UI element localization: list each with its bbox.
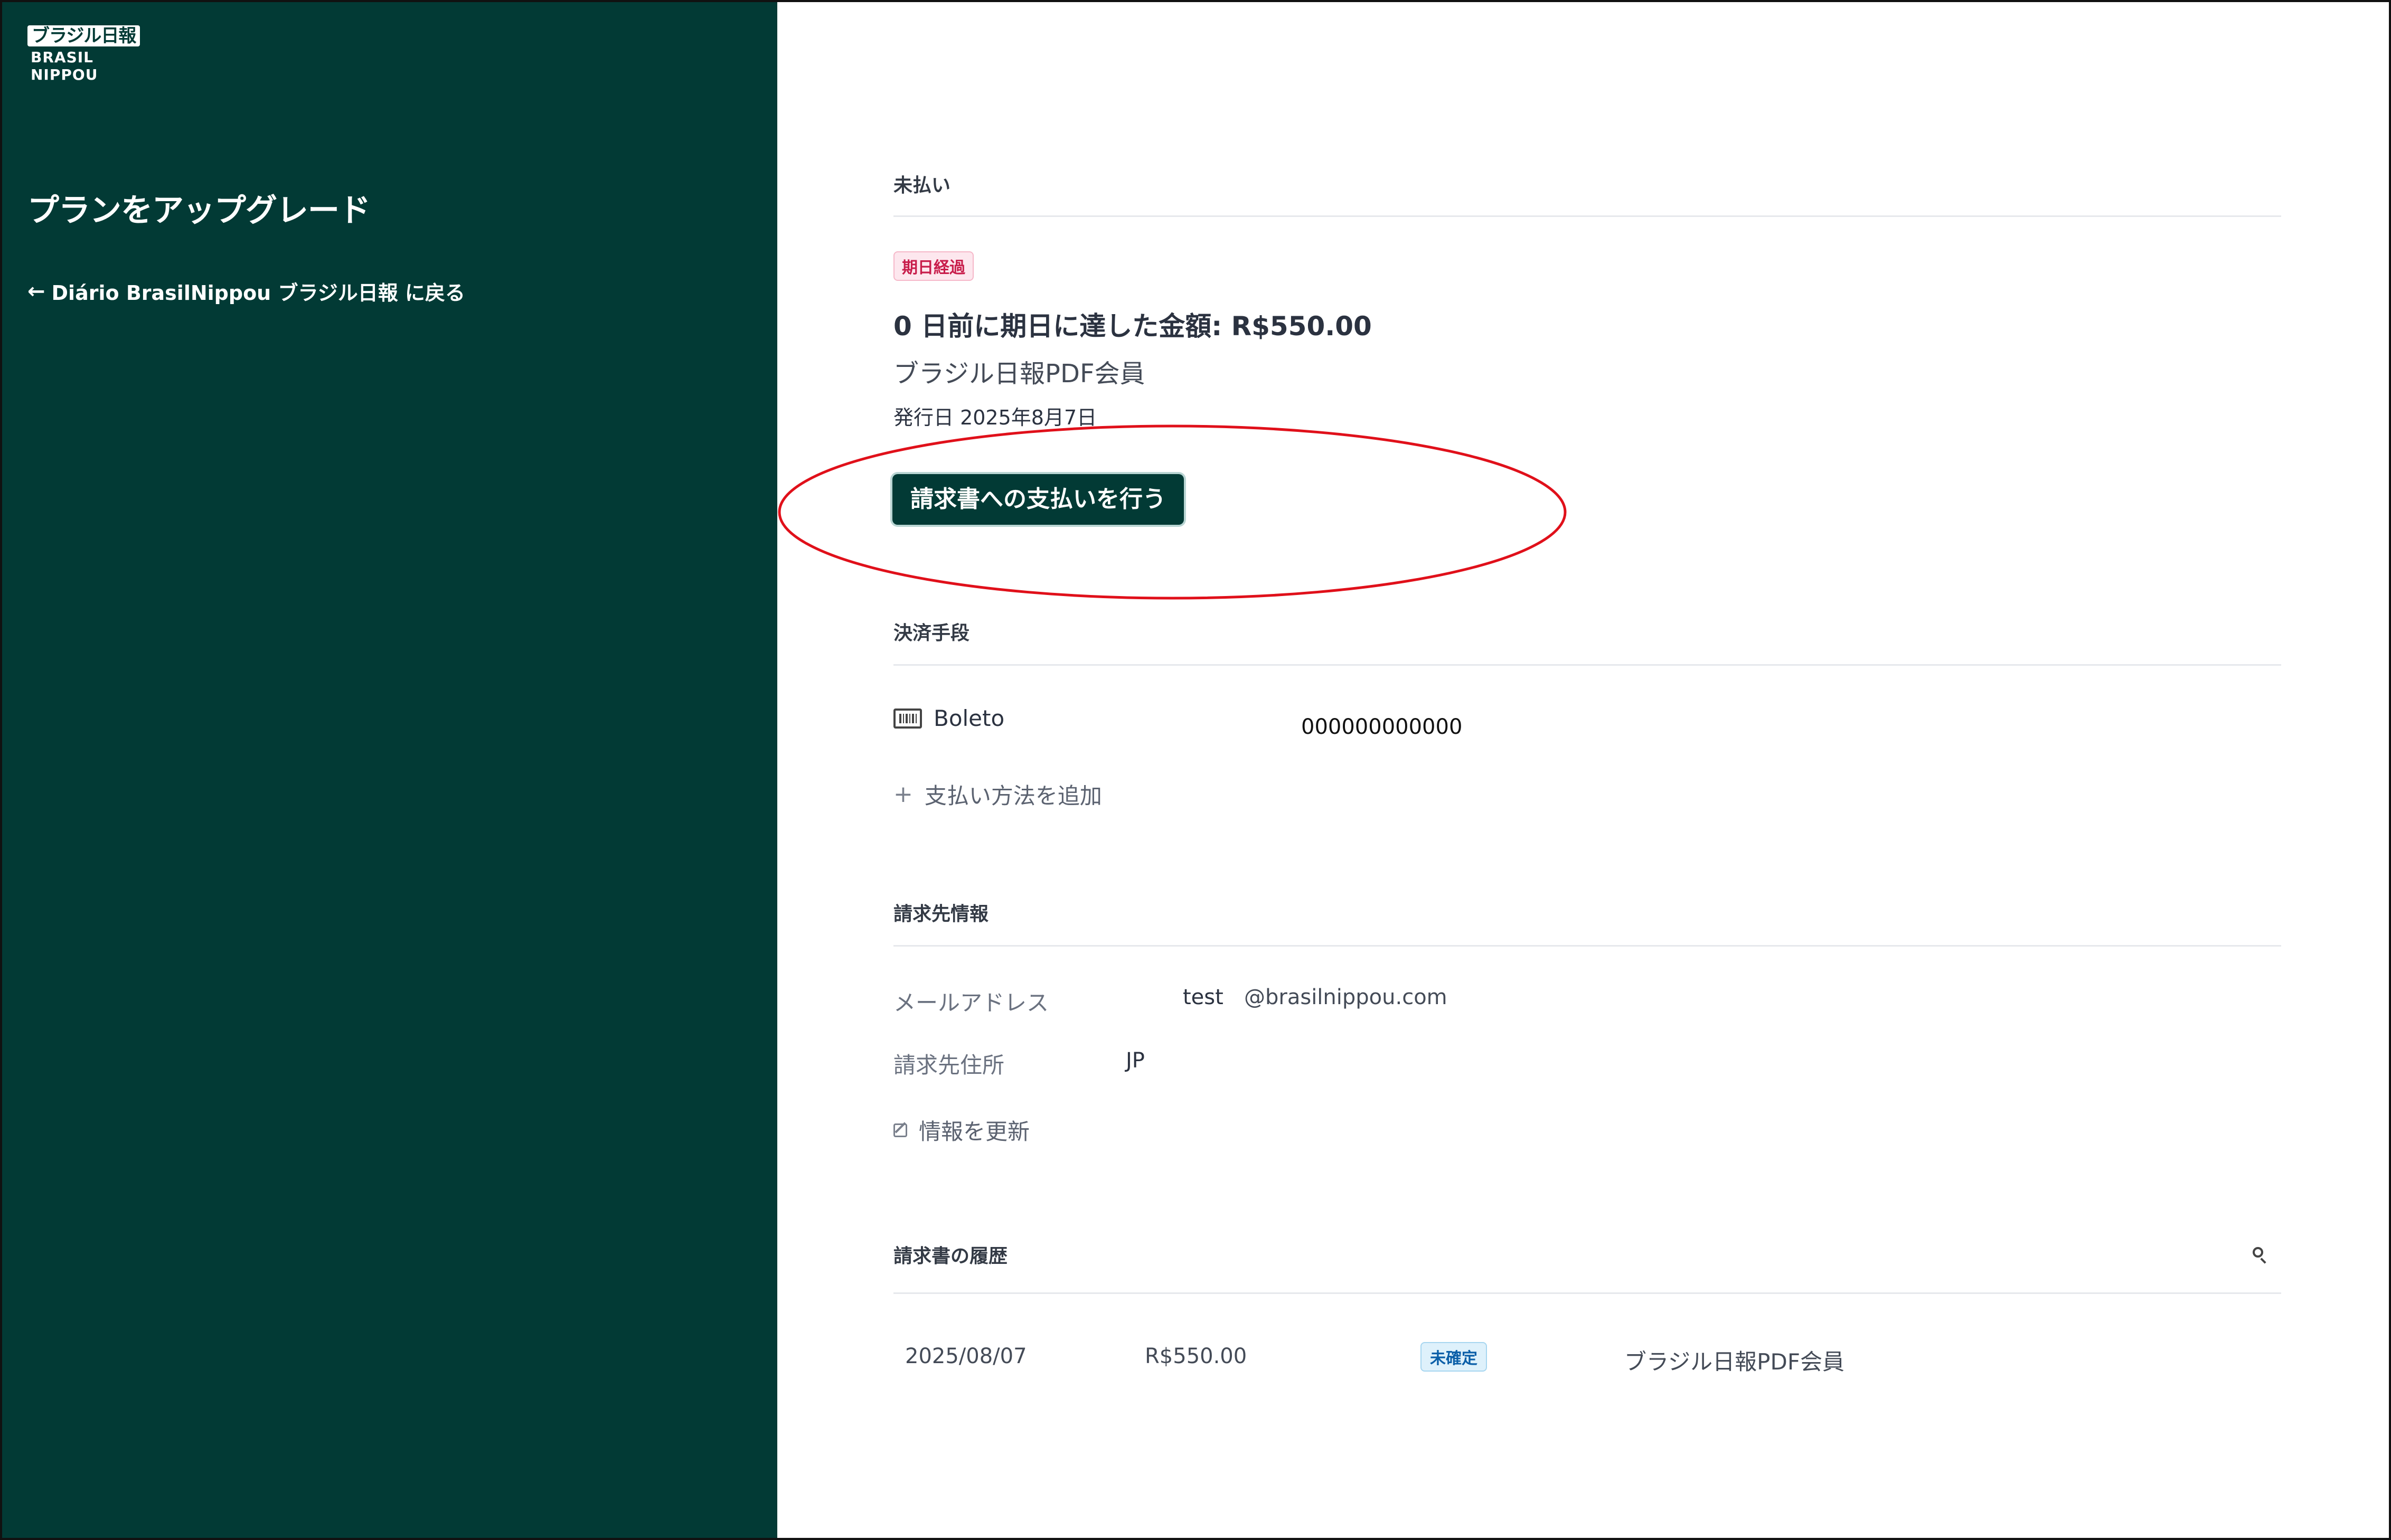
screenshot-frame	[0, 0, 2391, 1540]
